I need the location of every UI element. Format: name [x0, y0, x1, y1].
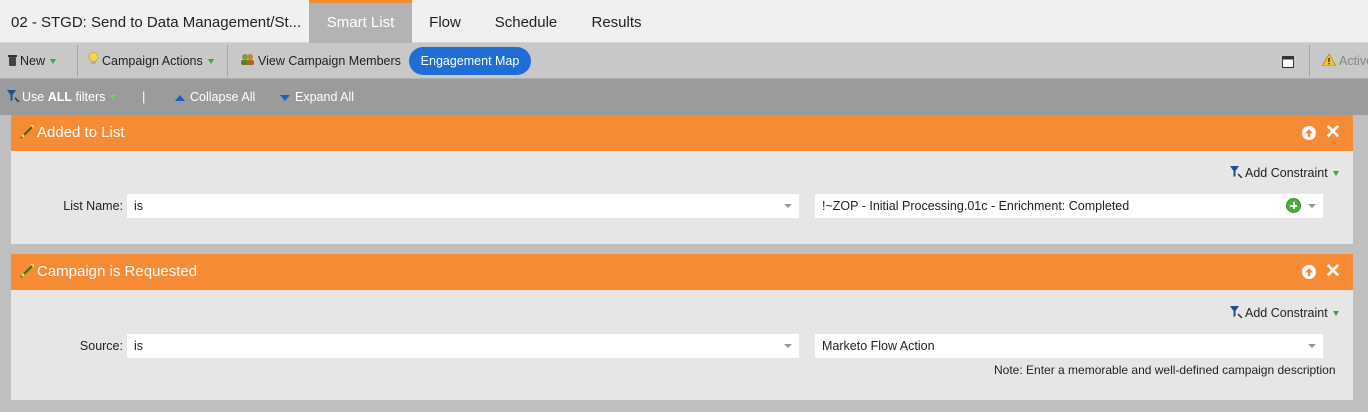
use-filters-suffix: filters [72, 90, 106, 104]
dropdown-caret-icon [1308, 344, 1316, 348]
add-constraint-button[interactable]: Add Constraint [1230, 304, 1339, 322]
close-icon[interactable]: ✕ [1325, 122, 1341, 144]
dropdown-caret-icon [784, 204, 792, 208]
expand-all-label: Expand All [295, 90, 355, 104]
add-constraint-icon [1230, 305, 1243, 323]
dropdown-caret-icon [784, 344, 792, 348]
top-tab-bar: 02 - STGD: Send to Data Management/St...… [0, 0, 1368, 43]
engagement-map-button[interactable]: Engagement Map [409, 47, 531, 75]
tab-smart-list[interactable]: Smart List [309, 0, 412, 43]
add-icon[interactable] [1286, 198, 1301, 213]
filter-header[interactable]: Added to List ✕ [11, 115, 1353, 151]
toolbar-divider [77, 45, 78, 77]
filter-icon [20, 264, 34, 281]
operator-select[interactable]: is [127, 334, 799, 358]
new-button[interactable]: New [8, 43, 57, 80]
add-constraint-label: Add Constraint [1245, 306, 1328, 320]
trash-icon [8, 44, 17, 80]
operator-select[interactable]: is [127, 194, 799, 218]
program-title: 02 - STGD: Send to Data Management/St... [11, 14, 302, 31]
move-up-icon[interactable] [1302, 265, 1316, 279]
chevron-down-icon [110, 95, 117, 101]
window-icon[interactable] [1282, 43, 1294, 79]
filter-bar-separator: | [142, 89, 146, 104]
list-name-label: List Name: [63, 199, 123, 213]
expand-all-button[interactable]: Expand All [280, 79, 354, 115]
new-label: New [20, 54, 46, 68]
list-value-select[interactable]: !~ZOP - Initial Processing.01c - Enrichm… [815, 194, 1323, 218]
source-value-select[interactable]: Marketo Flow Action [815, 334, 1323, 358]
toolbar-divider [1309, 45, 1310, 77]
people-icon [240, 44, 255, 80]
operator-value: is [134, 339, 144, 353]
add-constraint-icon [1230, 165, 1243, 183]
chevron-down-icon [50, 59, 57, 65]
chevron-down-icon [1332, 171, 1339, 177]
campaign-actions-label: Campaign Actions [102, 54, 203, 68]
collapse-all-label: Collapse All [190, 90, 256, 104]
list-value: !~ZOP - Initial Processing.01c - Enrichm… [822, 199, 1130, 213]
use-filters-prefix: Use [22, 90, 48, 104]
filter-title: Added to List [37, 124, 125, 141]
source-value: Marketo Flow Action [822, 339, 935, 353]
toolbar-divider [227, 45, 228, 77]
warning-icon [1321, 44, 1337, 80]
tab-results[interactable]: Results [574, 0, 659, 43]
filter-title: Campaign is Requested [37, 263, 198, 280]
status-label: Active [1339, 54, 1368, 68]
filter-icon [20, 125, 34, 142]
dropdown-caret-icon [1308, 204, 1316, 208]
move-up-icon[interactable] [1302, 126, 1316, 140]
lightbulb-icon [88, 44, 99, 80]
toolbar: New Campaign Actions View Campaign Membe… [0, 43, 1368, 79]
add-constraint-label: Add Constraint [1245, 166, 1328, 180]
filter-added-to-list: Added to List ✕ Add Constraint List Name… [11, 115, 1353, 244]
tab-schedule[interactable]: Schedule [478, 0, 574, 43]
chevron-down-icon [207, 59, 214, 65]
chevron-down-icon [1332, 311, 1339, 317]
tab-flow[interactable]: Flow [412, 0, 478, 43]
collapse-all-button[interactable]: Collapse All [175, 79, 255, 115]
filter-bar: Use ALL filters | Collapse All Expand Al… [0, 79, 1368, 115]
description-note: Note: Enter a memorable and well-defined… [994, 363, 1336, 377]
close-icon[interactable]: ✕ [1325, 261, 1341, 283]
filter-header[interactable]: Campaign is Requested ✕ [11, 254, 1353, 290]
view-members-label: View Campaign Members [258, 54, 401, 68]
funnel-icon [7, 80, 20, 116]
filter-campaign-is-requested: Campaign is Requested ✕ Add Constraint S… [11, 254, 1353, 400]
use-filters-bold: ALL [47, 90, 73, 104]
operator-value: is [134, 199, 144, 213]
view-campaign-members-button[interactable]: View Campaign Members [240, 43, 401, 79]
expand-icon [280, 94, 290, 101]
campaign-actions-button[interactable]: Campaign Actions [88, 43, 214, 79]
add-constraint-button[interactable]: Add Constraint [1230, 164, 1339, 182]
collapse-icon [175, 94, 185, 101]
campaign-status: Active [1321, 43, 1368, 80]
use-filters-dropdown[interactable]: Use ALL filters [7, 79, 117, 116]
source-label: Source: [79, 339, 123, 353]
